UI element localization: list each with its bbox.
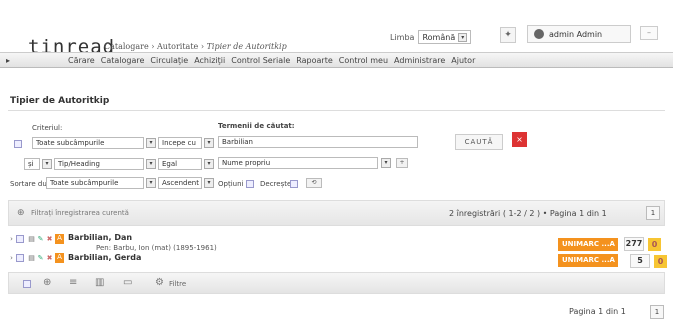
chevron-down-icon[interactable]: ▾ [42, 159, 52, 169]
menu-item-4[interactable]: Control Seriale [231, 56, 290, 65]
globe-icon[interactable]: ⊕ [43, 277, 51, 288]
row-checkbox[interactable] [16, 235, 24, 243]
menu-item-0[interactable]: Cărare [68, 56, 95, 65]
term2-input[interactable]: Nume propriu [218, 157, 378, 169]
chevron-down-icon: ▾ [458, 32, 468, 42]
terms-label: Termenii de căutat: [218, 122, 295, 130]
breadcrumb-sep: › [198, 42, 207, 51]
usage-count[interactable]: 277 [624, 237, 644, 251]
field1-select[interactable]: Toate subcâmpurile [32, 137, 144, 149]
menu-item-6[interactable]: Control meu [339, 56, 388, 65]
breadcrumb-autoritate[interactable]: Autoritate [157, 42, 198, 51]
expand-icon[interactable]: › [8, 254, 15, 262]
sort-field-select[interactable]: Toate subcâmpurile [46, 177, 144, 189]
chevron-down-icon[interactable]: ▾ [204, 178, 214, 188]
gear-icon[interactable]: ⚙ [155, 277, 164, 288]
status-badge[interactable]: 0 [654, 255, 667, 268]
add-row-icon[interactable]: + [396, 158, 408, 168]
menu-item-8[interactable]: Ajutor [451, 56, 475, 65]
operator2-select[interactable]: Egal [158, 158, 202, 170]
option1-checkbox[interactable] [246, 180, 254, 188]
filter-label[interactable]: Filtrați înregistrarea curentă [31, 209, 129, 217]
menu-item-1[interactable]: Catalogare [101, 56, 145, 65]
results-header: ⊕ Filtrați înregistrarea curentă 2 înreg… [8, 200, 665, 226]
logout-icon[interactable]: – [640, 26, 658, 40]
option2-checkbox[interactable] [290, 180, 298, 188]
status-badge[interactable]: 0 [648, 238, 661, 251]
bottom-page-button[interactable]: 1 [650, 305, 664, 319]
authority-icon[interactable]: A [55, 234, 64, 244]
term1-input[interactable]: Barbilian [218, 136, 418, 148]
page-title: Tipier de Autoritkip [10, 96, 110, 106]
filter-toolbar-label[interactable]: Filtre [169, 280, 186, 288]
delete-icon[interactable]: ✖ [46, 254, 53, 262]
select-all-checkbox[interactable] [23, 280, 31, 288]
expand-icon[interactable]: › [8, 235, 15, 243]
clear-button[interactable]: × [512, 132, 527, 147]
doc-icon[interactable]: ▤ [28, 235, 35, 243]
row-checkbox[interactable] [16, 254, 24, 262]
results-summary: 2 înregistrări ( 1-2 / 2 ) • Pagina 1 di… [449, 209, 607, 218]
criteria-label: Criteriul: [32, 124, 63, 132]
menu-item-3[interactable]: Achiziţii [194, 56, 225, 65]
table-row[interactable]: › ▤ ✎ ✖ A Barbilian, Dan Pen: Barbu, Ion… [8, 233, 665, 253]
sort-order-select[interactable]: Ascendent [158, 177, 202, 189]
chevron-down-icon[interactable]: ▾ [146, 159, 156, 169]
search-button[interactable]: CAUTĂ [455, 134, 503, 150]
breadcrumb: Catalogare › Autoritate › Tipier de Auto… [104, 42, 287, 51]
breadcrumb-catalogare[interactable]: Catalogare [104, 42, 149, 51]
field2-select[interactable]: Tip/Heading [54, 158, 144, 170]
format-badge: UNIMARC ...A [558, 238, 618, 251]
user-icon [534, 29, 544, 39]
print-icon[interactable]: ▥ [95, 277, 104, 288]
page-button[interactable]: 1 [646, 206, 660, 220]
chevron-down-icon[interactable]: ▾ [146, 178, 156, 188]
breadcrumb-current: Tipier de Autoritkip [206, 42, 287, 51]
table-row[interactable]: › ▤ ✎ ✖ A Barbilian, Gerda UNIMARC ...A … [8, 252, 667, 272]
format-badge: UNIMARC ...A [558, 254, 618, 267]
operator1-select[interactable]: Incepe cu [158, 137, 202, 149]
option2-label: Decrește [260, 180, 292, 188]
bottom-pager: Pagina 1 din 1 [569, 307, 626, 316]
edit-icon[interactable]: ✎ [37, 254, 44, 262]
list-icon[interactable]: ≡ [69, 277, 77, 288]
language-label: Limba [390, 32, 415, 42]
usage-count[interactable]: 5 [630, 254, 650, 268]
menu-item-5[interactable]: Rapoarte [296, 56, 333, 65]
row1-checkbox[interactable] [14, 140, 22, 148]
record-subtitle: Pen: Barbu, Ion (mat) (1895-1961) [96, 244, 217, 252]
chevron-down-icon[interactable]: ▾ [204, 138, 214, 148]
menu-home-icon[interactable]: ▸ [6, 56, 10, 65]
results-toolbar: ⊕ ≡ ▥ ▭ ⚙ Filtre [8, 272, 665, 294]
breadcrumb-sep: › [148, 42, 157, 51]
delete-icon[interactable]: ✖ [46, 235, 53, 243]
doc-icon[interactable]: ▤ [28, 254, 35, 262]
edit-icon[interactable]: ✎ [37, 235, 44, 243]
language-selector: Limba Română ▾ [390, 30, 472, 44]
option1-label: Opțiuni [218, 180, 244, 188]
user-name: admin Admin [549, 29, 603, 39]
chevron-down-icon[interactable]: ▾ [146, 138, 156, 148]
chevron-down-icon[interactable]: ▾ [381, 158, 391, 168]
authority-icon[interactable]: A [55, 253, 64, 263]
menu-item-2[interactable]: Circulaţie [150, 56, 188, 65]
language-select[interactable]: Română ▾ [418, 30, 472, 44]
favorite-star-icon[interactable]: ✦ [500, 27, 516, 43]
export-icon[interactable]: ▭ [123, 277, 132, 288]
menu-item-7[interactable]: Administrare [394, 56, 445, 65]
chevron-down-icon[interactable]: ▾ [204, 159, 214, 169]
record-title[interactable]: Barbilian, Dan [68, 233, 132, 242]
logic-select[interactable]: și [24, 158, 40, 170]
reset-icon[interactable]: ⟲ [306, 178, 322, 188]
language-value: Română [422, 32, 456, 42]
main-menu: ▸ Cărare Catalogare Circulaţie Achiziţii… [0, 52, 673, 68]
user-menu[interactable]: admin Admin [527, 25, 631, 43]
filter-icon[interactable]: ⊕ [17, 208, 25, 218]
record-title[interactable]: Barbilian, Gerda [68, 253, 141, 262]
